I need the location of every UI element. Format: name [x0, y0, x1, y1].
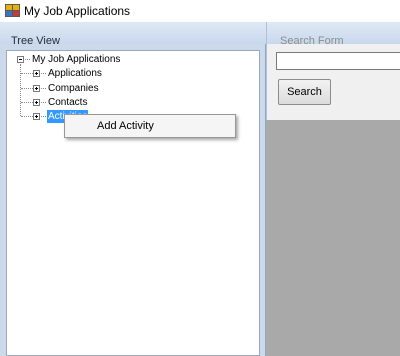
tree-view[interactable]: My Job Applications Applications Compani…: [6, 50, 260, 356]
tree-view-title: Tree View: [11, 35, 60, 47]
window-title: My Job Applications: [24, 4, 131, 18]
expand-icon[interactable]: [33, 70, 40, 77]
title-bar: My Job Applications: [0, 0, 400, 22]
expand-icon[interactable]: [33, 99, 40, 106]
search-form-header: Search Form: [267, 22, 400, 47]
search-form-panel: Search Form Search: [266, 22, 400, 120]
context-menu: Add Activity: [64, 114, 236, 138]
search-form-title: Search Form: [280, 35, 344, 47]
menu-item-label: Add Activity: [97, 120, 154, 132]
expand-icon[interactable]: [33, 113, 40, 120]
tree-node-label: Companies: [48, 83, 99, 94]
menu-item-add-activity[interactable]: Add Activity: [67, 117, 233, 135]
tree-node-label: My Job Applications: [32, 54, 121, 65]
expand-icon[interactable]: [33, 85, 40, 92]
tree-view-header: Tree View: [0, 22, 266, 47]
app-icon[interactable]: [5, 4, 20, 17]
tree-view-panel: Tree View My Job Applications Applicatio…: [0, 22, 266, 356]
tree-node-label: Applications: [48, 68, 102, 79]
tree-node-label: Contacts: [48, 97, 88, 108]
client-area: Tree View My Job Applications Applicatio…: [0, 22, 400, 356]
collapse-icon[interactable]: [17, 56, 24, 63]
search-button[interactable]: Search: [278, 79, 331, 105]
search-input[interactable]: [276, 52, 400, 70]
